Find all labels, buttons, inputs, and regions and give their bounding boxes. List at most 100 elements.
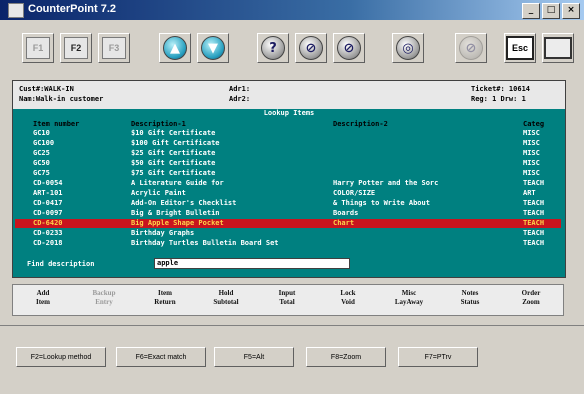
item-number: CD-0233 (33, 229, 63, 237)
item-number: GC100 (33, 139, 55, 147)
item-number: CD-0097 (33, 209, 63, 217)
category: TEACH (523, 239, 545, 247)
category: MISC (523, 159, 540, 167)
ticket-header: Cust#:WALK-IN Nam:Walk-in customer Adr1:… (13, 81, 565, 109)
disabled-tool-button[interactable]: ⊘ (455, 33, 487, 63)
f3-icon: F3 (102, 37, 126, 59)
item-row[interactable]: CD-0417 Add-On Editor's Checklist & Things… (15, 199, 561, 208)
description-2: Chart (333, 219, 355, 227)
keyboard-icon (544, 37, 572, 59)
help-icon: ? (261, 36, 285, 60)
item-number: GC10 (33, 129, 50, 137)
address-1: Adr1: (229, 85, 251, 93)
item-row[interactable]: GC50 $50 Gift Certificate MISC (15, 159, 561, 168)
scroll-down-button[interactable]: ▼ (197, 33, 229, 63)
disc-icon: ⊘ (337, 36, 361, 60)
description-1: $75 Gift Certificate (131, 169, 216, 177)
zoom-button[interactable]: F8=Zoom (306, 347, 386, 367)
description-1: $10 Gift Certificate (131, 129, 216, 137)
f3-button[interactable]: F3 (98, 33, 130, 63)
customer-name: Nam:Walk-in customer (19, 95, 104, 103)
category: MISC (523, 149, 540, 157)
fkey-bottom-label: Return (154, 298, 176, 306)
item-row[interactable]: GC100 $100 Gift Certificate MISC (15, 139, 561, 148)
fkey-return[interactable]: Item Return (141, 289, 189, 307)
target-icon: ◎ (396, 36, 420, 60)
fkey-bottom-label: Entry (95, 298, 113, 306)
exact-match-button[interactable]: F6=Exact match (116, 347, 206, 367)
target-button[interactable]: ◎ (392, 33, 424, 63)
description-2: & Things to Write About (333, 199, 430, 207)
item-number: GC25 (33, 149, 50, 157)
fkey-bottom-label: Zoom (522, 298, 540, 306)
keyboard-button[interactable] (542, 33, 574, 63)
item-number: GC50 (33, 159, 50, 167)
description-1: Big Apple Shape Pocket (131, 219, 224, 227)
fkey-status[interactable]: Notes Status (446, 289, 494, 307)
category: TEACH (523, 209, 545, 217)
item-row[interactable]: CD-2018 Birthday Turtles Bulletin Board S… (15, 239, 561, 248)
fkey-top-label: Order (521, 289, 541, 297)
fkey-item[interactable]: Add Item (19, 289, 67, 307)
fkey-top-label: Hold (218, 289, 234, 297)
function-key-bar: Add Item Backup Entry Item Return Hold Subtotal… (12, 284, 564, 316)
f1-button[interactable]: F1 (22, 33, 54, 63)
minimize-button[interactable]: _ (522, 3, 540, 19)
fkey-layaway[interactable]: Misc LayAway (385, 289, 433, 307)
f2-button[interactable]: F2 (60, 33, 92, 63)
item-row[interactable]: GC25 $25 Gift Certificate MISC (15, 149, 561, 158)
up-arrow-icon: ▲ (163, 36, 187, 60)
description-2: Harry Potter and the Sorc (333, 179, 439, 187)
window-controls: _ □ × (522, 3, 580, 19)
f1-icon: F1 (26, 37, 50, 59)
cd-two-button[interactable]: ⊘ (333, 33, 365, 63)
down-arrow-icon: ▼ (201, 36, 225, 60)
item-row[interactable]: GC75 $75 Gift Certificate MISC (15, 169, 561, 178)
fkey-bottom-label: LayAway (394, 298, 424, 306)
lookup-buttons: F2=Lookup method F6=Exact match F5=Alt F… (0, 347, 584, 371)
item-row[interactable]: GC10 $10 Gift Certificate MISC (15, 129, 561, 138)
fkey-zoom[interactable]: Order Zoom (507, 289, 555, 307)
scroll-up-button[interactable]: ▲ (159, 33, 191, 63)
help-button[interactable]: ? (257, 33, 289, 63)
item-number: GC75 (33, 169, 50, 177)
fkey-total[interactable]: Input Total (263, 289, 311, 307)
pos-terminal: Cust#:WALK-IN Nam:Walk-in customer Adr1:… (12, 80, 566, 278)
fkey-top-label: Item (158, 289, 172, 297)
item-row[interactable]: CD-0233 Birthday Graphs TEACH (15, 229, 561, 238)
fkey-bottom-label: Void (341, 298, 355, 306)
fkey-subtotal[interactable]: Hold Subtotal (202, 289, 250, 307)
fkey-entry[interactable]: Backup Entry (80, 289, 128, 307)
item-row[interactable]: CD-0054 A Literature Guide for Harry Potte… (15, 179, 561, 188)
category: TEACH (523, 199, 545, 207)
fkey-top-label: Input (278, 289, 296, 297)
col-description-2: Description-2 (333, 120, 388, 128)
description-1: Birthday Turtles Bulletin Board Set (131, 239, 279, 247)
find-label: Find description (27, 260, 95, 268)
fkey-top-label: Lock (340, 289, 356, 297)
category: TEACH (523, 219, 545, 227)
fkey-void[interactable]: Lock Void (324, 289, 372, 307)
window-title: CounterPoint 7.2 (28, 3, 117, 15)
maximize-button[interactable]: □ (542, 3, 560, 19)
find-description-input[interactable]: apple (154, 258, 350, 269)
close-button[interactable]: × (562, 3, 580, 19)
item-number: CD-2018 (33, 239, 63, 247)
description-2: COLOR/SIZE (333, 189, 376, 197)
address-2: Adr2: (229, 95, 251, 103)
category: TEACH (523, 179, 545, 187)
category: MISC (523, 139, 540, 147)
selected-item-row[interactable]: CD-6420 Big Apple Shape Pocket Chart TEACH (15, 219, 561, 228)
fkey-top-label: Add (36, 289, 50, 297)
escape-button[interactable]: Esc (504, 33, 536, 63)
alt-button[interactable]: F5=Alt (214, 347, 294, 367)
ptrv-button[interactable]: F7=PTrv (398, 347, 478, 367)
item-number: CD-0417 (33, 199, 63, 207)
item-row[interactable]: ART-101 Acrylic Paint COLOR/SIZE ART (15, 189, 561, 198)
lookup-method-button[interactable]: F2=Lookup method (16, 347, 106, 367)
item-row[interactable]: CD-0097 Big & Bright Bulletin Boards TEACH (15, 209, 561, 218)
item-number: CD-6420 (33, 219, 63, 227)
cd-one-button[interactable]: ⊘ (295, 33, 327, 63)
item-number: ART-101 (33, 189, 63, 197)
fkey-top-label: Misc (401, 289, 417, 297)
